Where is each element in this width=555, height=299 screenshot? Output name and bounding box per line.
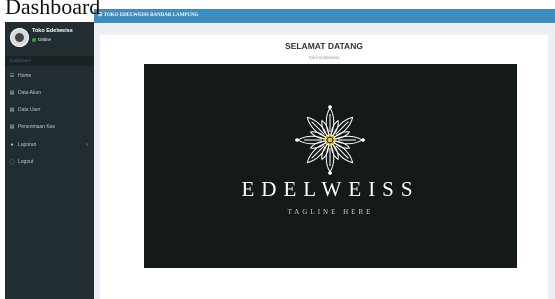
sidebar-item-data-akun[interactable]: ▤ Data Akun [5,87,94,99]
top-header: ☰ TOKO EDELWEISS BANDAR LAMPUNG [94,9,555,23]
sidebar-item-data-user[interactable]: ▤ Data User [5,104,94,116]
sidebar-item-label: Logout [18,159,34,165]
book-icon: ● [10,142,14,148]
table-icon: ▤ [9,124,15,130]
edelweiss-flower-icon [295,105,365,175]
home-icon: ☰ [9,73,15,79]
caption-text: Dashboard [5,0,101,19]
user-panel: Toko Edelweiss Online [5,22,94,56]
sidebar-item-home[interactable]: ☰ Home [5,70,94,82]
status-text: Online [38,37,52,42]
table-icon: ▤ [9,90,15,96]
logo-brand-text: EDELWEISS [241,177,420,201]
main-content: SELAMAT DATANG Toko Edelweiss EDELWEISS … [94,23,555,299]
user-name: Toko Edelweiss [32,28,73,34]
edelweiss-logo-image: EDELWEISS TAGLINE HERE [144,64,517,268]
sidebar-item-label: Home [18,73,32,79]
sidebar-item-label: Data Akun [18,90,42,96]
online-dot-icon [32,37,36,42]
avatar [10,28,29,47]
sidebar-item-logout[interactable]: ◯ Logout [5,156,94,168]
sidebar-item-laporan[interactable]: ● Laporan ‹ [5,139,94,151]
power-icon: ◯ [9,159,15,165]
page-subtitle: Toko Edelweiss [308,55,340,60]
logo-tagline: TAGLINE HERE [287,208,374,216]
chevron-left-icon: ‹ [86,142,88,148]
menu-header: Dashboard [5,56,94,66]
sidebar: Toko Edelweiss Online Dashboard ☰ Home ▤ D… [5,22,94,299]
sidebar-item-penerimaan-kas[interactable]: ▤ Penerimaan Kas [5,121,94,133]
sidebar-item-label: Penerimaan Kas [18,124,55,130]
welcome-box: SELAMAT DATANG Toko Edelweiss EDELWEISS … [100,35,548,299]
page-title: SELAMAT DATANG [285,41,363,51]
sidebar-item-label: Laporan [18,142,37,148]
sidebar-item-label: Data User [18,107,41,113]
user-status: Online [32,37,51,42]
table-icon: ▤ [9,107,15,113]
